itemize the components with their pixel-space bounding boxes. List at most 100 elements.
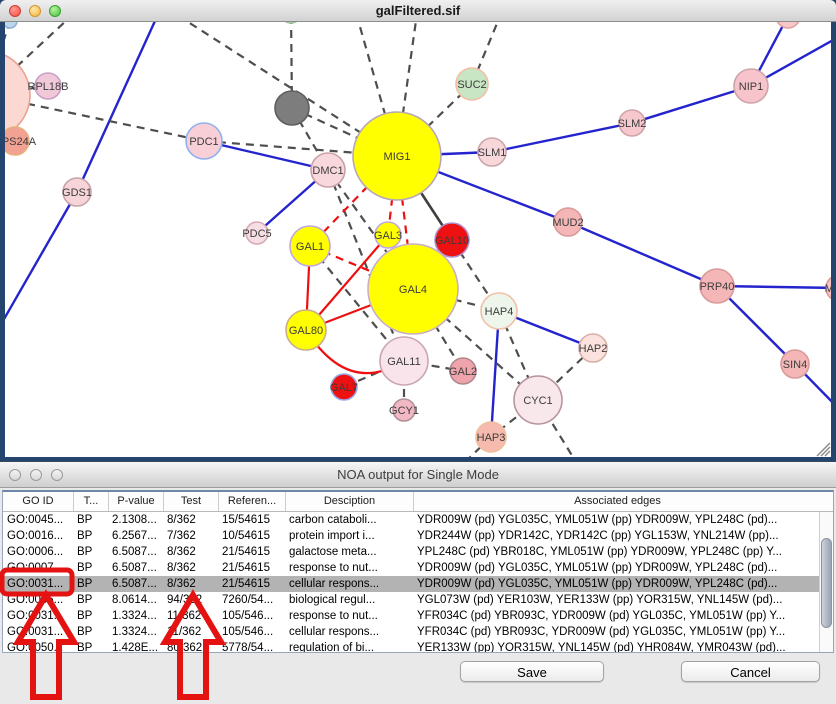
save-button[interactable]: Save xyxy=(460,661,604,682)
column-header[interactable]: Referen... xyxy=(218,492,285,511)
network-svg: RPL18BRPS24AGDS1PDC1DMC1MIG1SUC2SLM1NIP1… xyxy=(5,22,831,457)
table-cell: 2.1308... xyxy=(108,512,163,528)
table-row[interactable]: GO:0006...BP6.5087...8/36221/54615galact… xyxy=(3,544,819,560)
table-cell: 6.5087... xyxy=(108,560,163,576)
table-cell: BP xyxy=(73,624,108,640)
table-row[interactable]: GO:0045...BP2.1308...8/36215/54615carbon… xyxy=(3,512,819,528)
table-header-row: GO IDT...P-valueTestReferen...Desciption… xyxy=(3,492,833,512)
window-title: galFiltered.sif xyxy=(0,3,836,18)
table-row[interactable]: GO:0031...BP1.3324...11/362105/546...cel… xyxy=(3,624,819,640)
table-cell: GO:0007... xyxy=(3,560,73,576)
table-cell: 1.428E... xyxy=(108,640,163,652)
window-title: NOA output for Single Mode xyxy=(0,467,836,482)
scrollbar-thumb[interactable] xyxy=(821,538,832,628)
table-cell: 6.5087... xyxy=(108,576,163,592)
node-label: GAL11 xyxy=(387,356,420,368)
table-cell: 10/54615 xyxy=(218,528,285,544)
table-row[interactable]: GO:0007...BP6.5087...8/36221/54615respon… xyxy=(3,560,819,576)
table-cell: BP xyxy=(73,592,108,608)
network-edge[interactable] xyxy=(568,222,717,286)
table-cell: 21/54615 xyxy=(218,576,285,592)
node-label: GAL7 xyxy=(330,382,358,394)
network-node-topGreen[interactable] xyxy=(280,22,302,23)
table-row[interactable]: GO:0050...BP1.428E...80/3625778/54...reg… xyxy=(3,640,819,652)
table-body: GO:0045...BP2.1308...8/36215/54615carbon… xyxy=(3,512,819,652)
node-label: NIP1 xyxy=(739,81,763,93)
node-label: GCY1 xyxy=(389,405,419,417)
table-cell: 15/54615 xyxy=(218,512,285,528)
table-cell: GO:0065... xyxy=(3,592,73,608)
node-label: GDS1 xyxy=(62,187,92,199)
table-cell: 105/546... xyxy=(218,624,285,640)
table-cell: YFR034C (pd) YBR093C, YDR009W (pd) YGL03… xyxy=(413,608,819,624)
vertical-scrollbar[interactable] xyxy=(819,512,833,652)
screen: galFiltered.sif RPL18BRPS24AGDS1PDC1DMC1… xyxy=(0,0,836,704)
table-cell: YGL073W (pd) YER103W, YER133W (pp) YOR31… xyxy=(413,592,819,608)
table-row[interactable]: GO:0031...BP1.3324...11/362105/546...res… xyxy=(3,608,819,624)
table-cell: 80/362 xyxy=(163,640,218,652)
node-label: SIN4 xyxy=(783,359,807,371)
table-cell: 11/362 xyxy=(163,608,218,624)
node-label: HAP3 xyxy=(477,432,506,444)
node-label: SUC2 xyxy=(457,79,486,91)
column-header[interactable]: Desciption xyxy=(285,492,413,511)
network-window-titlebar[interactable]: galFiltered.sif xyxy=(0,0,836,22)
node-label: HAP4 xyxy=(485,306,514,318)
table-cell: 11/362 xyxy=(163,624,218,640)
table-cell: response to nut... xyxy=(285,608,413,624)
go-term-table: GO IDT...P-valueTestReferen...Desciption… xyxy=(2,490,834,653)
network-edge[interactable] xyxy=(632,86,751,123)
noa-output-window: NOA output for Single Mode GO IDT...P-va… xyxy=(0,461,836,704)
node-label: GAL80 xyxy=(289,325,323,337)
column-header[interactable]: Associated edges xyxy=(413,492,821,511)
resize-grip-icon[interactable] xyxy=(811,437,831,457)
network-edge[interactable] xyxy=(77,22,160,192)
node-label: PDC5 xyxy=(242,228,271,240)
table-cell: 105/546... xyxy=(218,608,285,624)
network-edge[interactable] xyxy=(5,192,77,340)
network-node-tinyTL[interactable] xyxy=(5,22,17,28)
table-row[interactable]: GO:0016...BP6.2567...7/36210/54615protei… xyxy=(3,528,819,544)
table-cell: 7260/54... xyxy=(218,592,285,608)
table-row[interactable]: GO:0065...BP8.0614...94/3627260/54...bio… xyxy=(3,592,819,608)
table-cell: response to nut... xyxy=(285,560,413,576)
table-cell: 7/362 xyxy=(163,528,218,544)
table-cell: YDR009W (pd) YGL035C, YML051W (pp) YDR00… xyxy=(413,560,819,576)
table-cell: 8/362 xyxy=(163,544,218,560)
table-cell: GO:0016... xyxy=(3,528,73,544)
node-label: RPS24A xyxy=(5,136,37,148)
network-edge[interactable] xyxy=(492,123,632,152)
node-label: HAP2 xyxy=(579,343,608,355)
node-label: SLM1 xyxy=(478,147,507,159)
table-cell: BP xyxy=(73,640,108,652)
table-cell: cellular respons... xyxy=(285,624,413,640)
table-cell: BP xyxy=(73,576,108,592)
table-cell: GO:0031... xyxy=(3,624,73,640)
network-node-topPink2[interactable] xyxy=(776,22,800,28)
node-label: PDC1 xyxy=(189,136,218,148)
network-edge[interactable] xyxy=(491,311,499,437)
column-header[interactable]: Test xyxy=(163,492,218,511)
column-header[interactable]: P-value xyxy=(108,492,163,511)
noa-window-titlebar[interactable]: NOA output for Single Mode xyxy=(0,462,836,488)
table-cell: GO:0006... xyxy=(3,544,73,560)
network-node-darknode[interactable] xyxy=(275,91,309,125)
table-cell: YPL248C (pd) YBR018C, YML051W (pp) YDR00… xyxy=(413,544,819,560)
network-canvas[interactable]: RPL18BRPS24AGDS1PDC1DMC1MIG1SUC2SLM1NIP1… xyxy=(5,22,831,457)
table-cell: BP xyxy=(73,544,108,560)
table-cell: BP xyxy=(73,608,108,624)
table-cell: GO:0031... xyxy=(3,576,73,592)
network-node-bigLeft[interactable] xyxy=(5,51,30,139)
table-cell: 1.3324... xyxy=(108,608,163,624)
cancel-button[interactable]: Cancel xyxy=(681,661,820,682)
column-header[interactable]: T... xyxy=(73,492,108,511)
table-cell: 21/54615 xyxy=(218,544,285,560)
table-cell: GO:0050... xyxy=(3,640,73,652)
node-label: GAL3 xyxy=(374,230,402,242)
node-label: PRP40 xyxy=(700,281,735,293)
table-row[interactable]: GO:0031...BP6.5087...8/36221/54615cellul… xyxy=(3,576,819,592)
column-header[interactable]: GO ID xyxy=(3,492,73,511)
table-cell: YER133W (pp) YOR315W, YNL145W (pd) YHR08… xyxy=(413,640,819,652)
node-label: DMC1 xyxy=(312,165,343,177)
network-window: galFiltered.sif RPL18BRPS24AGDS1PDC1DMC1… xyxy=(0,0,836,461)
